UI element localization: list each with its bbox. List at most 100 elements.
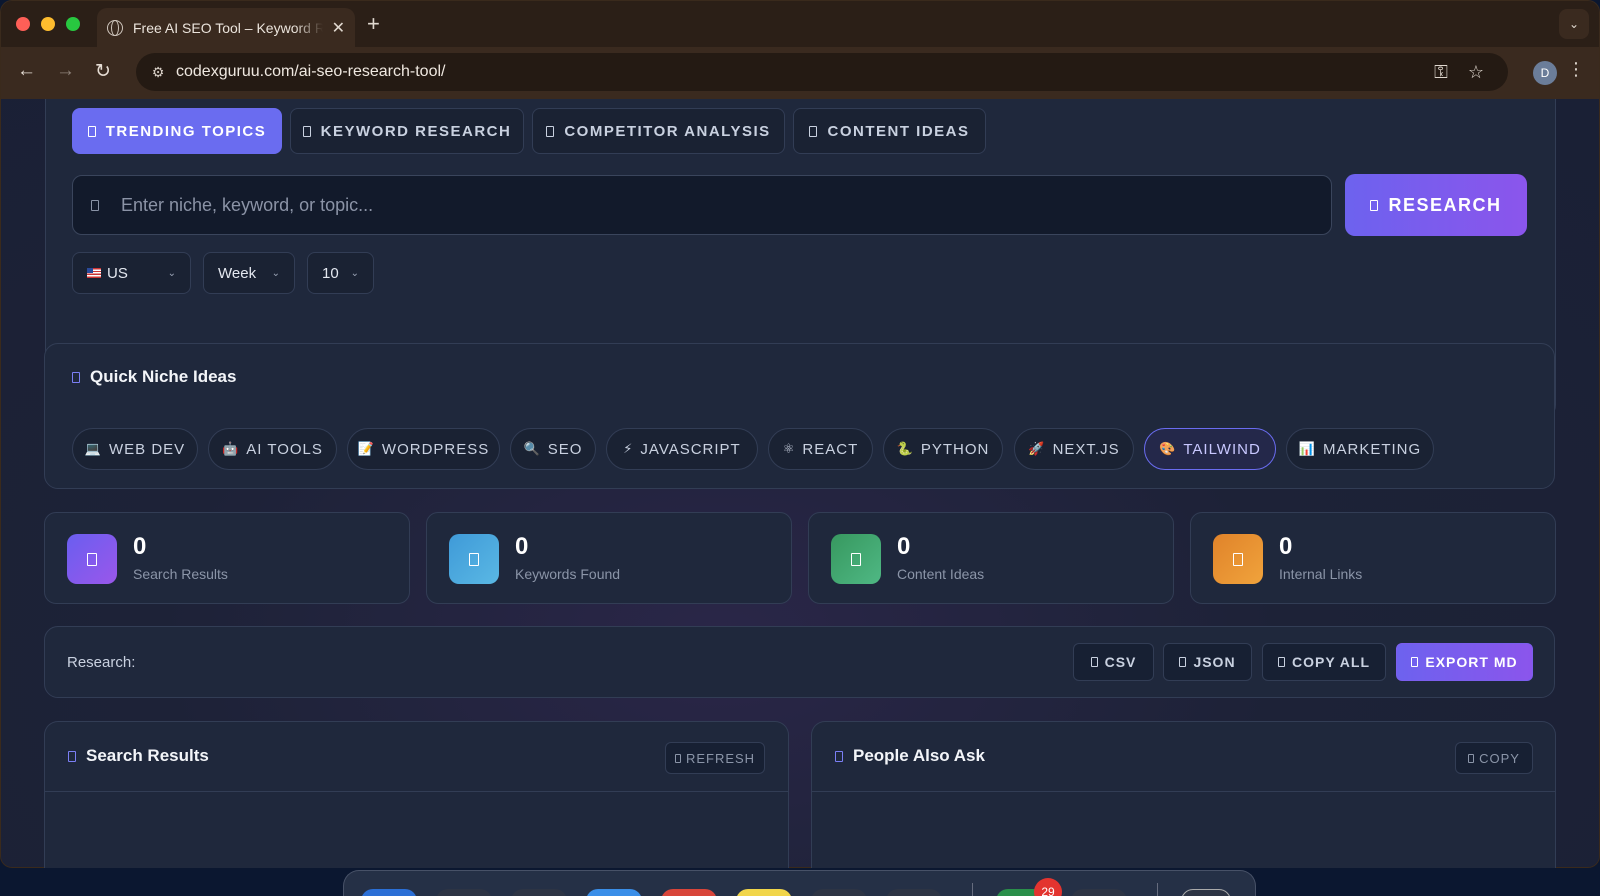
chart-icon: 📊 [1298, 441, 1315, 456]
reload-icon[interactable]: ↻ [95, 60, 111, 83]
csv-button[interactable]: CSV [1073, 643, 1154, 681]
json-icon [1179, 657, 1187, 667]
niche-chip-ai-tools[interactable]: 🤖 AI TOOLS [208, 428, 337, 470]
search-field[interactable] [72, 175, 1332, 235]
copy-all-button[interactable]: COPY ALL [1262, 643, 1386, 681]
tab-competitor-analysis[interactable]: COMPETITOR ANALYSIS [532, 108, 785, 154]
tab-trending-topics[interactable]: TRENDING TOPICS [72, 108, 282, 154]
dock-app[interactable] [886, 889, 942, 896]
us-flag-icon [87, 268, 101, 278]
palette-icon: 🎨 [1159, 441, 1176, 456]
trending-icon [87, 125, 96, 137]
password-key-icon[interactable]: ⚿ [1434, 62, 1448, 83]
copy-button[interactable]: COPY [1455, 742, 1533, 774]
period-select[interactable]: Week ⌄ [203, 252, 295, 294]
stat-value: 0 [515, 533, 529, 560]
copy-icon [1277, 657, 1285, 667]
niche-chip-nextjs[interactable]: 🚀 NEXT.JS [1014, 428, 1134, 470]
close-window-button[interactable] [16, 17, 30, 31]
research-icon [1370, 199, 1379, 211]
content-ideas-icon [831, 534, 881, 584]
competitor-icon [546, 125, 555, 137]
chevron-down-icon: ⌄ [271, 267, 280, 279]
list-icon [68, 750, 76, 762]
laptop-icon: 💻 [84, 441, 101, 456]
profile-avatar[interactable]: D [1533, 61, 1557, 85]
stat-value: 0 [897, 533, 911, 560]
dock-app[interactable] [811, 889, 867, 896]
lightning-icon: ⚡ [623, 441, 633, 456]
atom-icon: ⚛ [782, 441, 795, 456]
json-button[interactable]: JSON [1163, 643, 1252, 681]
niche-chip-python[interactable]: 🐍 PYTHON [883, 428, 1003, 470]
export-md-button[interactable]: EXPORT MD [1396, 643, 1533, 681]
stat-value: 0 [1279, 533, 1293, 560]
chevron-down-icon: ⌄ [350, 267, 359, 279]
niche-chip-react[interactable]: ⚛ REACT [768, 428, 873, 470]
minimize-window-button[interactable] [41, 17, 55, 31]
dock-app-finder[interactable] [361, 889, 417, 896]
magnifier-icon: 🔍 [523, 441, 540, 456]
csv-icon [1090, 657, 1098, 667]
dock-app[interactable] [511, 889, 567, 896]
tab-keyword-research[interactable]: KEYWORD RESEARCH [290, 108, 524, 154]
stat-search-results: 0 Search Results [44, 512, 410, 604]
refresh-icon [674, 753, 681, 763]
dock-app[interactable] [436, 889, 492, 896]
close-tab-icon[interactable]: ✕ [332, 18, 345, 38]
search-input[interactable] [121, 194, 1221, 216]
search-results-title: Search Results [68, 746, 209, 766]
stat-label: Content Ideas [897, 566, 985, 582]
chevron-down-icon: ⌄ [167, 267, 176, 279]
country-select[interactable]: US ⌄ [72, 252, 191, 294]
stat-label: Internal Links [1279, 566, 1363, 582]
niche-ideas-title: Quick Niche Ideas [72, 367, 236, 387]
robot-icon: 🤖 [222, 441, 239, 456]
address-bar[interactable]: ⚙ codexguruu.com/ai-seo-research-tool/ ⚿… [136, 53, 1508, 91]
tab-content-ideas[interactable]: CONTENT IDEAS [793, 108, 986, 154]
dock-app[interactable] [1071, 889, 1127, 896]
new-tab-button[interactable]: + [367, 11, 380, 37]
stat-internal-links: 0 Internal Links [1190, 512, 1556, 604]
niche-chip-javascript[interactable]: ⚡ JAVASCRIPT [606, 428, 758, 470]
tab-title: Free AI SEO Tool – Keyword Research [133, 19, 323, 36]
export-icon [1411, 657, 1419, 667]
browser-tab[interactable]: Free AI SEO Tool – Keyword Research ✕ [97, 8, 355, 47]
dock-app-notes[interactable] [736, 889, 792, 896]
tab-strip: Free AI SEO Tool – Keyword Research ✕ + … [1, 1, 1599, 47]
stat-label: Keywords Found [515, 566, 621, 582]
bookmark-star-icon[interactable]: ☆ [1468, 62, 1484, 83]
url-text[interactable]: codexguruu.com/ai-seo-research-tool/ [176, 63, 445, 81]
stat-label: Search Results [133, 566, 228, 582]
niche-chip-marketing[interactable]: 📊 MARKETING [1286, 428, 1434, 470]
dock-app[interactable] [586, 889, 642, 896]
count-select[interactable]: 10 ⌄ [307, 252, 374, 294]
zoom-window-button[interactable] [66, 17, 80, 31]
back-icon[interactable]: ← [17, 60, 36, 82]
forward-icon[interactable]: → [56, 60, 75, 82]
dock-app[interactable] [1181, 889, 1231, 896]
niche-chip-seo[interactable]: 🔍 SEO [510, 428, 596, 470]
tab-search-button[interactable]: ⌄ [1559, 9, 1589, 39]
rocket-icon: 🚀 [1028, 441, 1045, 456]
stat-content-ideas: 0 Content Ideas [808, 512, 1174, 604]
memo-icon: 📝 [357, 441, 374, 456]
stat-keywords-found: 0 Keywords Found [426, 512, 792, 604]
dock-app[interactable] [661, 889, 717, 896]
niche-chip-tailwind[interactable]: 🎨 TAILWIND [1144, 428, 1276, 470]
browser-menu-icon[interactable]: ⋮ [1567, 59, 1585, 80]
dock [343, 870, 1256, 896]
keywords-icon [449, 534, 499, 584]
people-also-ask-title: People Also Ask [835, 746, 985, 766]
copy-icon [1468, 753, 1475, 763]
site-info-icon[interactable]: ⚙ [146, 64, 170, 81]
refresh-button[interactable]: REFRESH [665, 742, 765, 774]
question-icon [835, 750, 843, 762]
niche-chip-web-dev[interactable]: 💻 WEB DEV [72, 428, 198, 470]
browser-toolbar: ← → ↻ ⚙ codexguruu.com/ai-seo-research-t… [1, 47, 1599, 99]
lightbulb-icon [72, 371, 80, 383]
niche-chip-wordpress[interactable]: 📝 WORDPRESS [347, 428, 500, 470]
research-button[interactable]: RESEARCH [1345, 174, 1527, 236]
search-icon [91, 199, 99, 211]
snake-icon: 🐍 [896, 441, 913, 456]
